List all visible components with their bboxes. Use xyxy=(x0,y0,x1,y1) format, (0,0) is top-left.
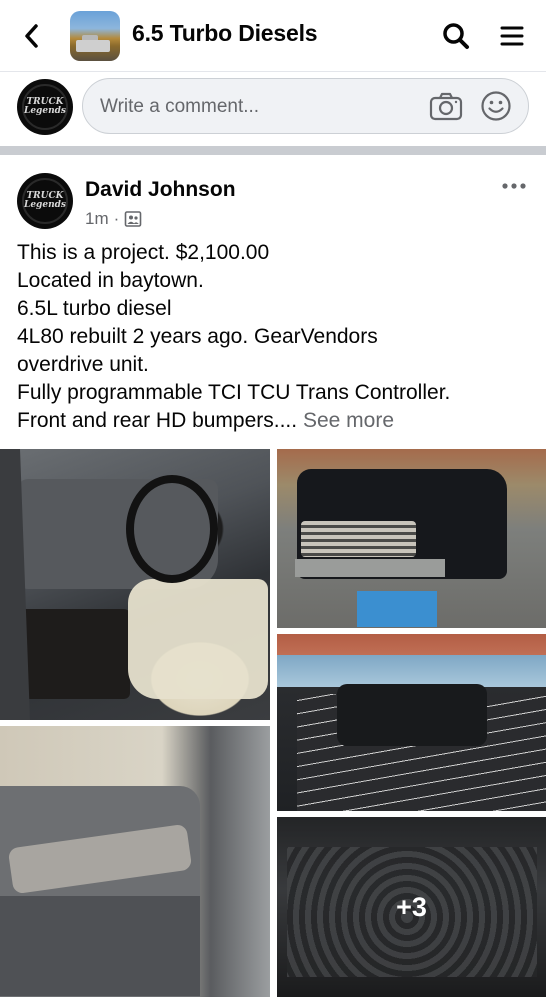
search-icon xyxy=(443,23,469,49)
post-line: This is a project. $2,100.00 xyxy=(17,241,270,264)
post-line: Front and rear HD bumpers.... xyxy=(17,409,298,432)
post-options-button[interactable] xyxy=(496,174,532,198)
avatar[interactable]: TRUCK Legends xyxy=(17,79,73,135)
group-thumbnail[interactable] xyxy=(70,11,120,61)
post-meta: 1m · xyxy=(85,209,142,229)
chevron-left-icon xyxy=(25,24,38,48)
emoji-icon xyxy=(481,91,511,121)
camera-icon xyxy=(429,92,463,121)
post-body: This is a project. $2,100.00 Located in … xyxy=(17,239,537,435)
more-photos-count: +3 xyxy=(396,891,427,922)
group-members-icon xyxy=(124,211,142,227)
photo-truck-interior[interactable] xyxy=(0,449,270,720)
camera-button[interactable] xyxy=(429,89,463,123)
comment-composer: TRUCK Legends Write a comment... xyxy=(0,72,546,146)
emoji-button[interactable] xyxy=(479,89,513,123)
hamburger-menu-icon xyxy=(500,26,524,46)
post-line: Fully programmable TCI TCU Trans Control… xyxy=(17,381,451,404)
photo-truck-bed[interactable] xyxy=(277,634,546,811)
section-divider xyxy=(0,146,546,155)
meta-separator: · xyxy=(113,209,120,228)
menu-button[interactable] xyxy=(494,18,530,54)
photo-engine-bay[interactable]: +3 xyxy=(277,817,546,997)
photo-truck-front[interactable] xyxy=(277,449,546,628)
group-title[interactable]: 6.5 Turbo Diesels xyxy=(132,20,318,47)
comment-input[interactable]: Write a comment... xyxy=(82,78,529,134)
post-timestamp[interactable]: 1m xyxy=(85,209,109,229)
back-button[interactable] xyxy=(14,18,50,54)
post-line: 6.5L turbo diesel xyxy=(17,297,172,320)
post-line: 4L80 rebuilt 2 years ago. GearVendors xyxy=(17,325,378,348)
post-author-name[interactable]: David Johnson xyxy=(85,178,236,202)
post-line-last: Front and rear HD bumpers.... See more xyxy=(17,407,537,435)
search-button[interactable] xyxy=(438,18,474,54)
photo-door-panel[interactable] xyxy=(0,726,270,997)
avatar-logo: TRUCK Legends xyxy=(22,84,68,130)
top-bar: 6.5 Turbo Diesels xyxy=(0,0,546,72)
post-author-avatar[interactable]: TRUCK Legends xyxy=(17,173,73,229)
see-more-link[interactable]: See more xyxy=(303,409,394,432)
comment-placeholder: Write a comment... xyxy=(100,96,260,117)
avatar-logo: TRUCK Legends xyxy=(22,178,68,224)
post-line: Located in baytown. xyxy=(17,269,204,292)
more-horizontal-icon xyxy=(502,183,526,189)
post-line: overdrive unit. xyxy=(17,353,149,376)
